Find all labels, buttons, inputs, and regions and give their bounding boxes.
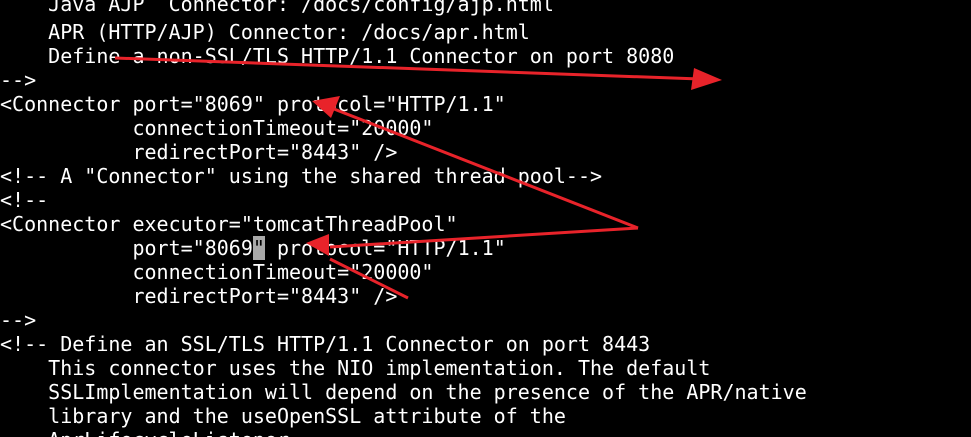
code-line-executor: <Connector executor="tomcatThreadPool" bbox=[0, 212, 458, 236]
code-text-port: port="8069 bbox=[0, 236, 253, 260]
code-line-timeout: connectionTimeout="20000" bbox=[0, 116, 434, 140]
text-cursor[interactable]: " bbox=[252, 236, 265, 260]
code-line-thread-pool-comment: <!-- A "Connector" using the shared thre… bbox=[0, 164, 603, 188]
code-line-connector-port: <Connector port="8069" protocol="HTTP/1.… bbox=[0, 92, 506, 116]
terminal-window[interactable]: Java AJP Connector: /docs/config/ajp.htm… bbox=[0, 0, 971, 437]
code-line-timeout-2: connectionTimeout="20000" bbox=[0, 260, 434, 284]
code-line-comment-end: --> bbox=[0, 68, 37, 92]
code-line-define-nonssl: Define a non-SSL/TLS HTTP/1.1 Connector … bbox=[0, 44, 675, 68]
code-line-port-cursor: port="8069" protocol="HTTP/1.1" bbox=[0, 236, 506, 260]
code-line-ssl-impl: SSLImplementation will depend on the pre… bbox=[0, 380, 807, 404]
code-line-library: library and the useOpenSSL attribute of … bbox=[0, 404, 566, 428]
code-text-protocol: protocol="HTTP/1.1" bbox=[264, 236, 506, 260]
code-line-nio: This connector uses the NIO implementati… bbox=[0, 356, 711, 380]
code-line-comment-end-2: --> bbox=[0, 308, 37, 332]
code-line-redirect-2: redirectPort="8443" /> bbox=[0, 284, 398, 308]
code-line-define-ssl: <!-- Define an SSL/TLS HTTP/1.1 Connecto… bbox=[0, 332, 651, 356]
annotation-arrowhead-1 bbox=[691, 68, 722, 90]
code-line-java-ajp: Java AJP Connector: /docs/config/ajp.htm… bbox=[0, 0, 554, 16]
code-line-lifecycle: AprLifecycleListener. bbox=[0, 428, 301, 437]
code-line-comment-open: <!-- bbox=[0, 188, 49, 212]
code-line-redirect: redirectPort="8443" /> bbox=[0, 140, 398, 164]
code-line-apr: APR (HTTP/AJP) Connector: /docs/apr.html bbox=[0, 20, 530, 44]
